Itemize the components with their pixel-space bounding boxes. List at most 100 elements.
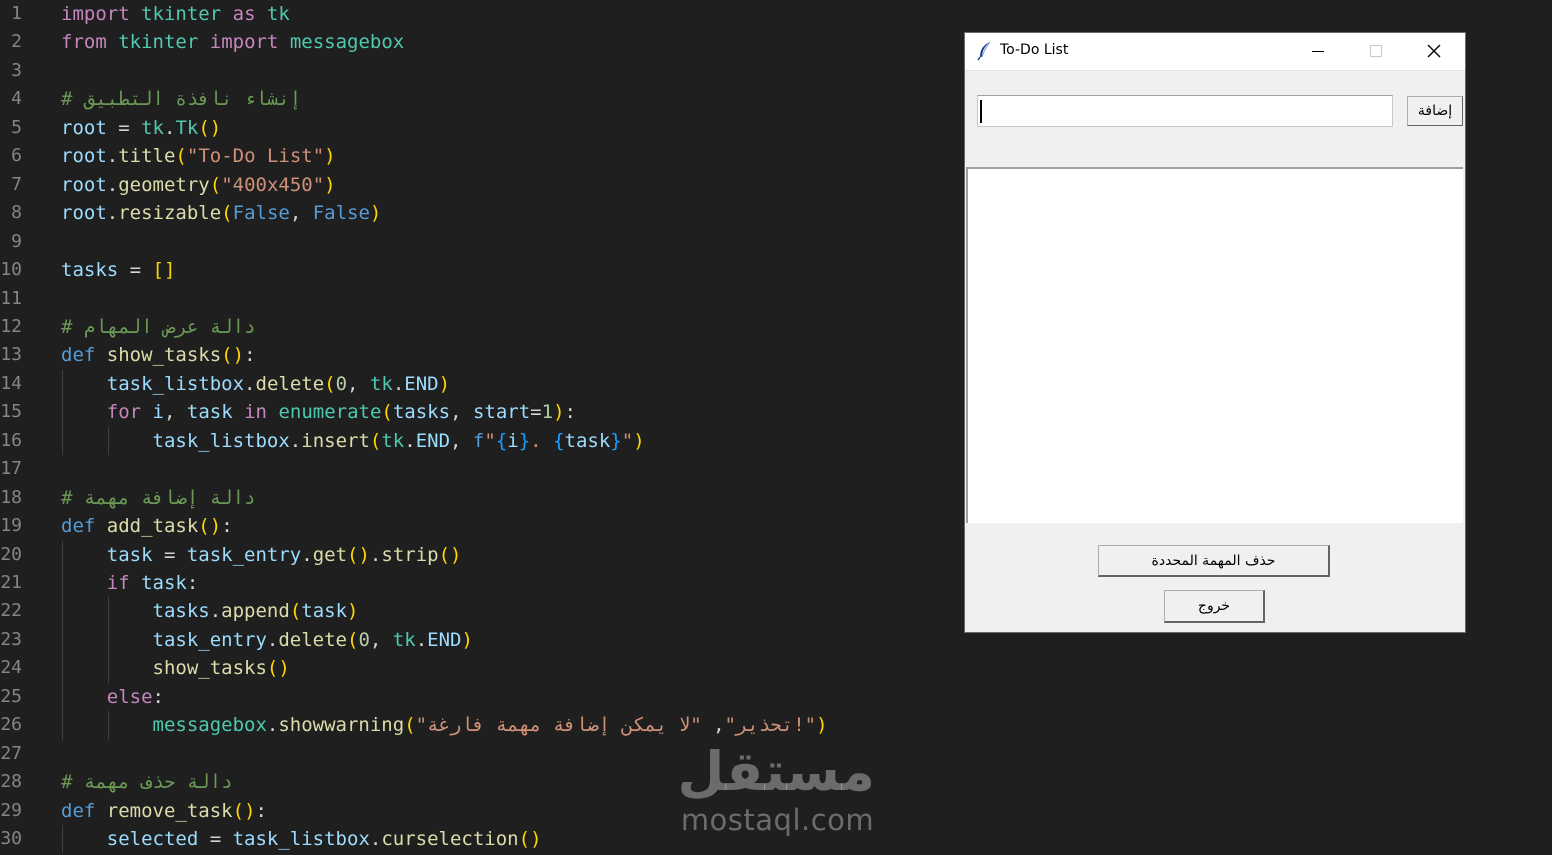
code-token: task <box>186 401 233 424</box>
code-token: ( <box>347 628 359 651</box>
code-line: 11 <box>0 285 960 313</box>
code-token: . <box>369 543 382 566</box>
line-number: 9 <box>11 230 22 252</box>
code-token: if <box>106 572 130 594</box>
code-text: # دالة عرض المهام <box>61 313 255 341</box>
code-text: task_entry.delete(0, tk.END) <box>61 626 473 654</box>
code-token: ( <box>221 202 233 225</box>
mostaql-watermark: مستقل mostaql.com <box>678 740 876 836</box>
code-token: [] <box>152 259 176 282</box>
code-line: 12 # دالة عرض المهام <box>0 313 960 341</box>
line-number: 29 <box>0 799 22 821</box>
code-token: from <box>61 31 107 54</box>
code-text: from tkinter import messagebox <box>61 28 404 56</box>
maximize-button[interactable] <box>1353 33 1399 70</box>
feather-icon <box>977 41 993 61</box>
code-token: task_entry <box>152 628 267 651</box>
code-line: 6 root.title("To-Do List") <box>0 142 960 170</box>
code-token: 0 <box>335 372 348 395</box>
code-token: for <box>106 401 142 424</box>
add-task-button[interactable]: إضافة <box>1407 96 1463 126</box>
code-token: . <box>404 429 416 452</box>
code-token: delete <box>255 372 325 395</box>
task-listbox[interactable] <box>966 167 1463 523</box>
code-token: 1 <box>541 401 554 424</box>
indent-guide <box>62 540 63 740</box>
code-text: messagebox.showwarning("تحذير", "لا يمكن… <box>61 711 828 739</box>
code-token: Tk <box>175 116 199 139</box>
code-token: = <box>106 116 142 139</box>
minimize-button[interactable] <box>1295 33 1341 70</box>
line-number: 3 <box>11 59 22 81</box>
task-entry-input[interactable] <box>977 95 1393 127</box>
exit-button[interactable]: خروج <box>1164 590 1265 623</box>
code-token: () <box>198 116 222 139</box>
window-titlebar[interactable]: To-Do List <box>965 33 1465 71</box>
code-token: : <box>152 685 164 708</box>
code-token: task_listbox <box>232 828 370 851</box>
code-text: root.resizable(False, False) <box>61 199 381 227</box>
code-text: def add_task(): <box>61 512 233 540</box>
line-number: 4 <box>11 88 22 110</box>
code-token: ) <box>369 202 382 225</box>
maximize-icon <box>1353 45 1399 74</box>
code-token: ( <box>324 372 336 395</box>
delete-selected-task-button[interactable]: حذف المهمة المحددة <box>1098 545 1330 577</box>
line-number: 28 <box>0 771 22 793</box>
code-token: . <box>415 628 428 651</box>
code-token: # دالة حذف مهمة <box>61 771 233 794</box>
code-line: 1 import tkinter as tk <box>0 0 960 28</box>
line-number: 24 <box>0 657 22 679</box>
code-text: import tkinter as tk <box>61 0 290 28</box>
indent-guide <box>108 597 109 683</box>
code-token: i <box>152 401 164 424</box>
code-token: = <box>152 543 187 566</box>
code-token: show_tasks <box>106 344 222 367</box>
code-token: ) <box>324 145 336 168</box>
code-token: curselection <box>381 828 519 851</box>
code-text: def show_tasks(): <box>61 341 256 369</box>
code-token: ( <box>369 429 382 452</box>
code-token: . <box>289 429 302 452</box>
code-token: enumerate <box>278 401 382 424</box>
line-number: 11 <box>0 287 22 309</box>
code-token: f <box>472 429 485 452</box>
code-token: , <box>450 429 473 452</box>
code-line: 15 for i, task in enumerate(tasks, start… <box>0 398 960 426</box>
code-token: } <box>610 429 622 452</box>
code-text: def remove_task(): <box>61 797 267 825</box>
code-text: # دالة حذف مهمة <box>61 768 233 796</box>
code-token: , <box>369 628 393 651</box>
close-button[interactable] <box>1411 33 1457 70</box>
code-token: showwarning <box>278 714 405 737</box>
code-token: task_entry <box>186 543 302 566</box>
line-number: 6 <box>11 145 22 167</box>
code-line: 13 def show_tasks(): <box>0 341 960 369</box>
line-number: 12 <box>0 315 22 337</box>
code-line: 8 root.resizable(False, False) <box>0 199 960 227</box>
code-token: ) <box>324 173 336 196</box>
code-line: 23 task_entry.delete(0, tk.END) <box>0 626 960 654</box>
code-token: : <box>564 401 576 424</box>
code-token: ( <box>175 145 187 168</box>
line-number: 5 <box>11 116 22 138</box>
code-text: tasks.append(task) <box>61 597 359 625</box>
code-editor[interactable]: 1 import tkinter as tk 2 from tkinter impor… <box>0 0 960 855</box>
code-token: task <box>301 600 348 623</box>
code-token: = <box>198 828 233 851</box>
code-line: 22 tasks.append(task) <box>0 597 960 625</box>
code-token: = <box>530 401 542 424</box>
